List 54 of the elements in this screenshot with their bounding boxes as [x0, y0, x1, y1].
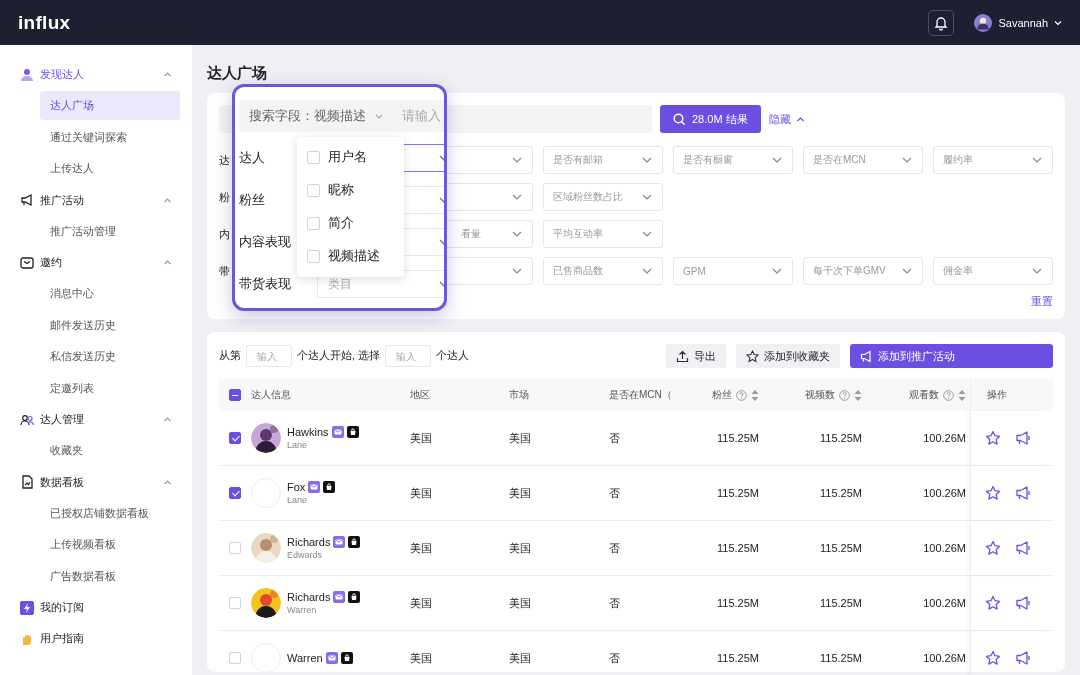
- filter-label: 达: [219, 152, 230, 168]
- table-cell-text: 115.25M: [819, 487, 862, 499]
- table-cell-text: 100.26M: [922, 542, 967, 554]
- filter-label: 带: [219, 263, 230, 279]
- filter-label: 内容表现: [239, 233, 291, 251]
- page-title: 达人广场: [207, 63, 268, 83]
- filter-label: 带货表现: [239, 275, 291, 293]
- table-cell-text: 美国: [410, 485, 433, 501]
- table-cell-text: 美国: [509, 595, 532, 611]
- table-cell-text: 美国: [509, 485, 532, 501]
- range-label: 个达人: [435, 349, 469, 363]
- table-cell-text: 美国: [509, 540, 532, 556]
- influencer-handle: Edwards: [287, 550, 322, 560]
- table-cell-text: 美国: [410, 540, 433, 556]
- table-cell-text: 100.26M: [922, 432, 967, 444]
- table-cell-text: 否: [609, 595, 621, 611]
- table-cell-text: 115.25M: [716, 652, 759, 664]
- table-cell-text: 100.26M: [922, 652, 967, 664]
- table-cell-text: 115.25M: [819, 432, 862, 444]
- influencer-handle: Lane: [287, 495, 308, 505]
- table-cell-text: 美国: [410, 650, 433, 666]
- column-header: 地区: [410, 388, 430, 402]
- filter-label: 达人: [239, 149, 265, 167]
- table-cell-text: 115.25M: [819, 652, 862, 664]
- table-cell-text: 美国: [509, 430, 532, 446]
- filter-label: 内: [219, 226, 230, 242]
- table-cell-text: 115.25M: [716, 542, 759, 554]
- range-label: 个达人开始, 选择: [297, 349, 380, 363]
- column-header: 观看数: [909, 388, 939, 402]
- table-cell-text: 美国: [410, 430, 433, 446]
- table-cell-text: 115.25M: [819, 542, 862, 554]
- table-cell-text: 否: [609, 430, 621, 446]
- influencer-handle: Warren: [287, 605, 317, 615]
- table-cell-text: 115.25M: [819, 597, 862, 609]
- column-header: 市场: [509, 388, 529, 402]
- filter-label: 粉: [219, 189, 230, 205]
- table-cell-text: 115.25M: [716, 487, 759, 499]
- table-cell-text: 115.25M: [716, 432, 759, 444]
- column-header: 操作: [987, 388, 1007, 402]
- table-cell-text: 美国: [509, 650, 532, 666]
- filter-label: 粉丝: [239, 191, 265, 209]
- column-header: 达人信息: [251, 388, 291, 402]
- table-cell-text: 美国: [410, 595, 433, 611]
- table-cell-text: 100.26M: [922, 487, 967, 499]
- column-header: 视频数: [805, 388, 835, 402]
- table-cell-text: 否: [609, 650, 621, 666]
- table-cell-text: 否: [609, 540, 621, 556]
- range-label: 从第: [219, 349, 241, 363]
- column-header: 是否在MCN（: [609, 388, 672, 402]
- table-cell-text: 否: [609, 485, 621, 501]
- table-cell-text: 100.26M: [922, 597, 967, 609]
- influencer-handle: Lane: [287, 440, 308, 450]
- table-cell-text: 115.25M: [716, 597, 759, 609]
- column-header: 粉丝: [712, 388, 732, 402]
